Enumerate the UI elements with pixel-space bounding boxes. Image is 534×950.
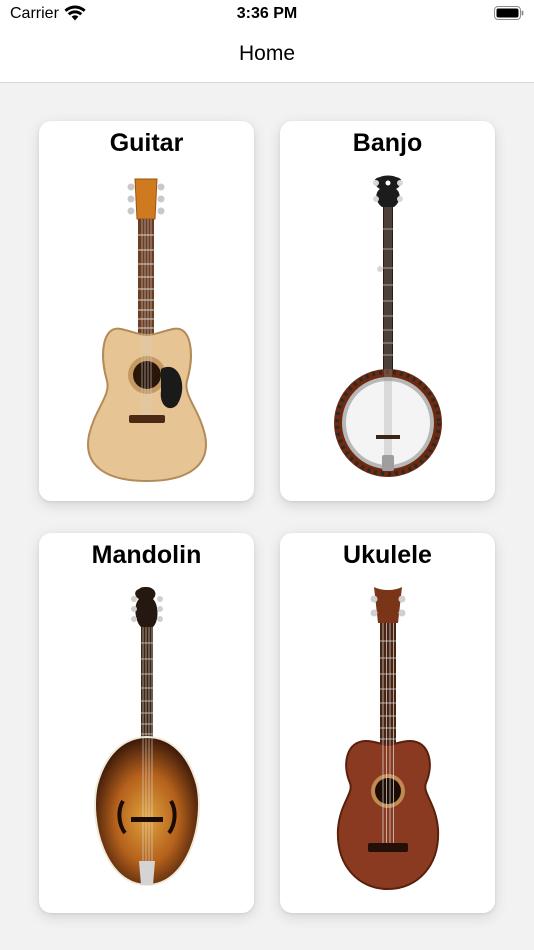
mandolin-image [94, 587, 200, 887]
status-bar: Carrier 3:36 PM [0, 0, 534, 30]
ukulele-image [336, 587, 440, 891]
instrument-card-ukulele[interactable]: Ukulele [280, 533, 495, 913]
navigation-bar: Home [0, 30, 534, 83]
instrument-card-guitar[interactable]: Guitar [39, 121, 254, 501]
battery-icon [494, 6, 524, 20]
card-title: Banjo [352, 129, 423, 157]
instrument-card-banjo[interactable]: Banjo [280, 121, 495, 501]
instrument-card-mandolin[interactable]: Mandolin [39, 533, 254, 913]
status-time: 3:36 PM [236, 5, 298, 22]
banjo-image [334, 175, 442, 477]
card-title: Mandolin [91, 541, 202, 569]
card-title: Guitar [109, 129, 184, 157]
card-title: Ukulele [343, 541, 432, 569]
page-title: Home [238, 42, 296, 65]
acoustic-guitar-image [87, 178, 207, 483]
